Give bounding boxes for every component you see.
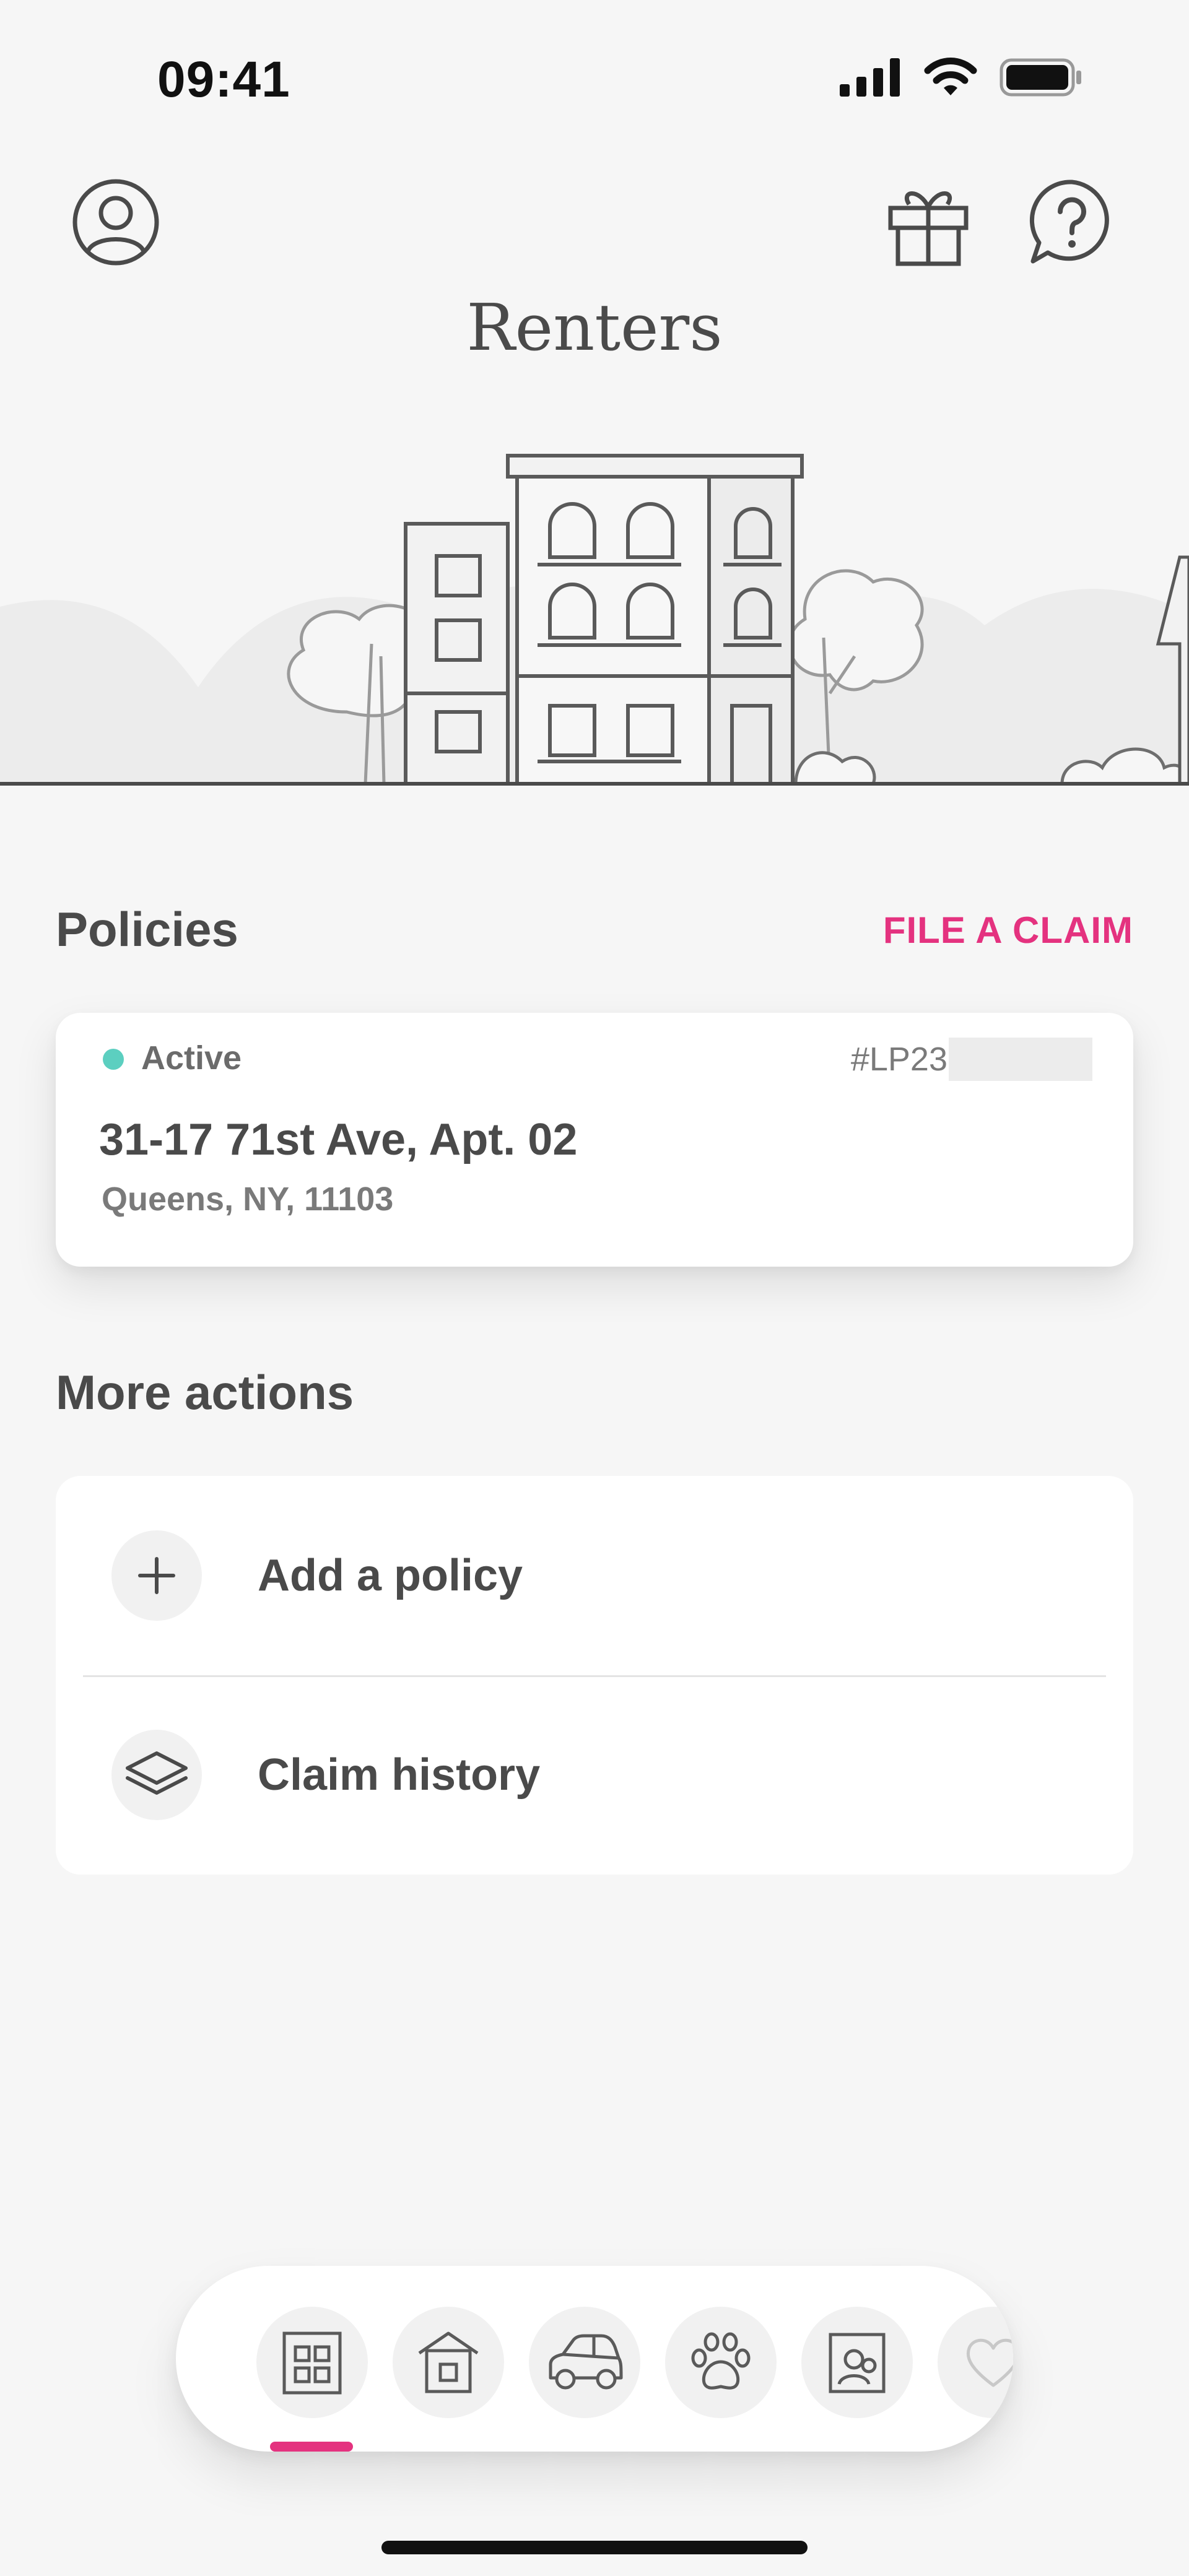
more-actions-card: Add a policy Claim history xyxy=(56,1476,1133,1875)
tab-renters[interactable] xyxy=(256,2307,368,2418)
add-policy-label: Add a policy xyxy=(258,1551,523,1600)
profile-icon xyxy=(72,179,159,266)
product-tab-bar xyxy=(176,2266,1013,2452)
home-icon xyxy=(418,2331,479,2393)
help-button[interactable] xyxy=(1026,176,1118,269)
policy-address-line1: 31-17 71st Ave, Apt. 02 xyxy=(99,1115,578,1164)
add-policy-button[interactable]: Add a policy xyxy=(56,1476,1133,1675)
home-indicator xyxy=(381,2541,808,2554)
layers-icon xyxy=(111,1730,202,1820)
tab-car[interactable] xyxy=(529,2307,640,2418)
gift-icon xyxy=(888,191,969,266)
help-icon xyxy=(1029,180,1109,264)
policy-address-line2: Queens, NY, 11103 xyxy=(102,1181,394,1218)
policy-number-redaction xyxy=(949,1038,1092,1081)
more-actions-heading: More actions xyxy=(56,1365,354,1420)
renters-building-icon xyxy=(282,2331,342,2395)
file-a-claim-link[interactable]: FILE A CLAIM xyxy=(883,909,1133,952)
selected-tab-indicator xyxy=(270,2442,353,2452)
status-icons xyxy=(840,57,1084,101)
heart-icon xyxy=(966,2338,1013,2387)
policy-number: #LP23 xyxy=(850,1041,947,1078)
policies-heading: Policies xyxy=(56,902,238,956)
tab-pet[interactable] xyxy=(665,2307,777,2418)
status-time: 09:41 xyxy=(157,51,290,108)
battery-icon xyxy=(1000,58,1084,100)
renters-building-illustration xyxy=(0,454,1189,786)
gift-button[interactable] xyxy=(882,176,975,269)
cellular-signal-icon xyxy=(840,58,902,100)
wifi-icon xyxy=(923,57,978,101)
claim-history-button[interactable]: Claim history xyxy=(56,1675,1133,1875)
paw-icon xyxy=(691,2332,751,2390)
tab-life[interactable] xyxy=(801,2307,913,2418)
term-life-icon xyxy=(829,2333,886,2393)
status-dot xyxy=(103,1049,124,1070)
policy-status: Active xyxy=(141,1039,242,1077)
page-title: Renters xyxy=(466,290,723,365)
tab-home[interactable] xyxy=(393,2307,504,2418)
plus-icon xyxy=(111,1530,202,1621)
claim-history-label: Claim history xyxy=(258,1750,541,1800)
profile-button[interactable] xyxy=(69,176,162,269)
tab-more[interactable] xyxy=(938,2307,1013,2418)
policy-card[interactable]: Active #LP23 31-17 71st Ave, Apt. 02 Que… xyxy=(56,1013,1133,1267)
car-icon xyxy=(549,2334,623,2390)
